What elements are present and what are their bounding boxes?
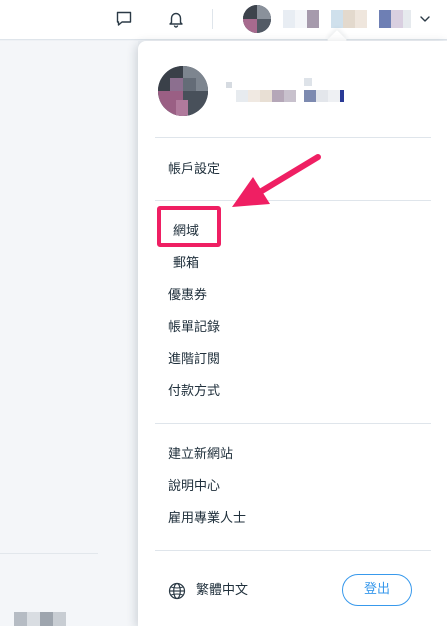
- background-panel: [0, 41, 138, 626]
- menu-item-account-settings[interactable]: 帳戶設定: [168, 162, 220, 178]
- menu-item-premium[interactable]: 進階訂閱: [168, 352, 220, 368]
- separator: [155, 423, 431, 424]
- dropdown-avatar: [158, 66, 208, 116]
- separator: [155, 200, 431, 201]
- separator: [155, 137, 431, 138]
- chat-icon[interactable]: [113, 8, 135, 30]
- avatar[interactable]: [243, 5, 271, 33]
- menu-item-help-center[interactable]: 說明中心: [168, 479, 220, 495]
- logout-button[interactable]: 登出: [342, 574, 412, 606]
- dropdown-user-name-blurred: [226, 78, 356, 102]
- top-bar: [0, 0, 447, 40]
- account-dropdown: 帳戶設定 網域 郵箱 優惠券 帳單記錄 進階訂閱 付款方式 建立新網站 說明中心…: [138, 41, 447, 626]
- globe-icon[interactable]: [168, 582, 186, 600]
- menu-item-mailboxes[interactable]: 郵箱: [173, 256, 199, 272]
- menu-item-hire-pro[interactable]: 雇用專業人士: [168, 511, 246, 527]
- chevron-down-icon[interactable]: [418, 11, 432, 25]
- separator: [155, 550, 431, 551]
- menu-item-coupons[interactable]: 優惠券: [168, 288, 207, 304]
- menu-item-payment-methods[interactable]: 付款方式: [168, 384, 220, 400]
- language-selector[interactable]: 繁體中文: [196, 583, 248, 599]
- menu-item-create-site[interactable]: 建立新網站: [168, 447, 233, 463]
- user-name-blurred[interactable]: [283, 10, 411, 28]
- background-user-blurred: [14, 612, 66, 626]
- menu-item-domains[interactable]: 網域: [173, 224, 199, 240]
- topbar-divider: [212, 9, 213, 29]
- bell-icon[interactable]: [165, 8, 187, 30]
- menu-item-billing-history[interactable]: 帳單記錄: [168, 320, 220, 336]
- background-divider: [0, 553, 98, 554]
